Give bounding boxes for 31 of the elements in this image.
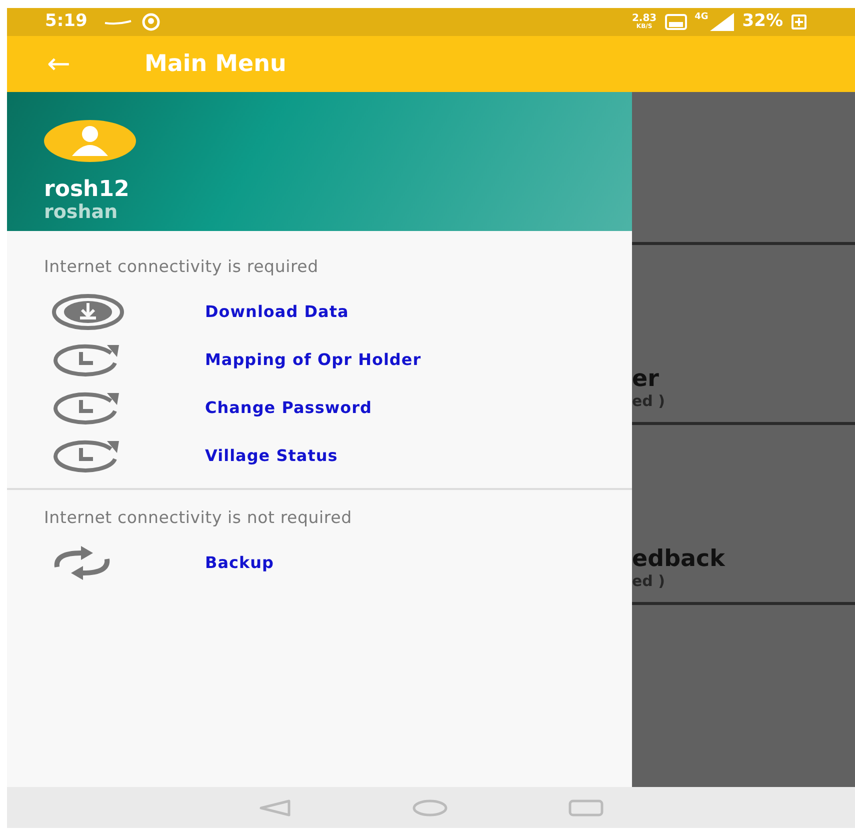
- battery-level: 32%: [742, 10, 783, 34]
- recents-icon[interactable]: [568, 798, 604, 816]
- user-full-name: roshan: [44, 202, 119, 224]
- card-title: edback: [632, 545, 725, 574]
- card-subtitle: ed ): [632, 571, 665, 592]
- section-label: Internet connectivity is not required: [43, 506, 353, 529]
- clock-refresh-icon: [51, 438, 121, 473]
- clock-time: 5:19: [45, 10, 88, 34]
- app-bar-title: Main Menu: [144, 50, 286, 79]
- back-icon[interactable]: [258, 798, 292, 816]
- signal-icon: [710, 13, 734, 31]
- download-icon: [51, 292, 125, 331]
- usb-icon: [103, 17, 134, 27]
- notification-icon: [141, 12, 162, 32]
- drawer-item[interactable]: Backup: [7, 538, 632, 586]
- network-type: 4G: [694, 11, 708, 24]
- home-icon[interactable]: [412, 798, 448, 816]
- clock-refresh-icon: [51, 342, 121, 377]
- clock-refresh-icon: [51, 390, 121, 425]
- drawer-item[interactable]: Change Password: [7, 384, 632, 432]
- card-subtitle: ed ): [632, 391, 665, 412]
- network-speed: 2.83: [632, 14, 657, 24]
- avatar-icon: [44, 120, 136, 162]
- drawer-item[interactable]: Village Status: [7, 432, 632, 480]
- battery-icon: [791, 14, 807, 30]
- card-title: er: [632, 365, 659, 394]
- section-label: Internet connectivity is required: [43, 256, 320, 278]
- drawer-item[interactable]: Download Data: [7, 288, 632, 336]
- volte-icon: [664, 14, 687, 30]
- drawer-item[interactable]: Mapping of Opr Holder: [7, 336, 632, 384]
- username: rosh12: [44, 178, 130, 202]
